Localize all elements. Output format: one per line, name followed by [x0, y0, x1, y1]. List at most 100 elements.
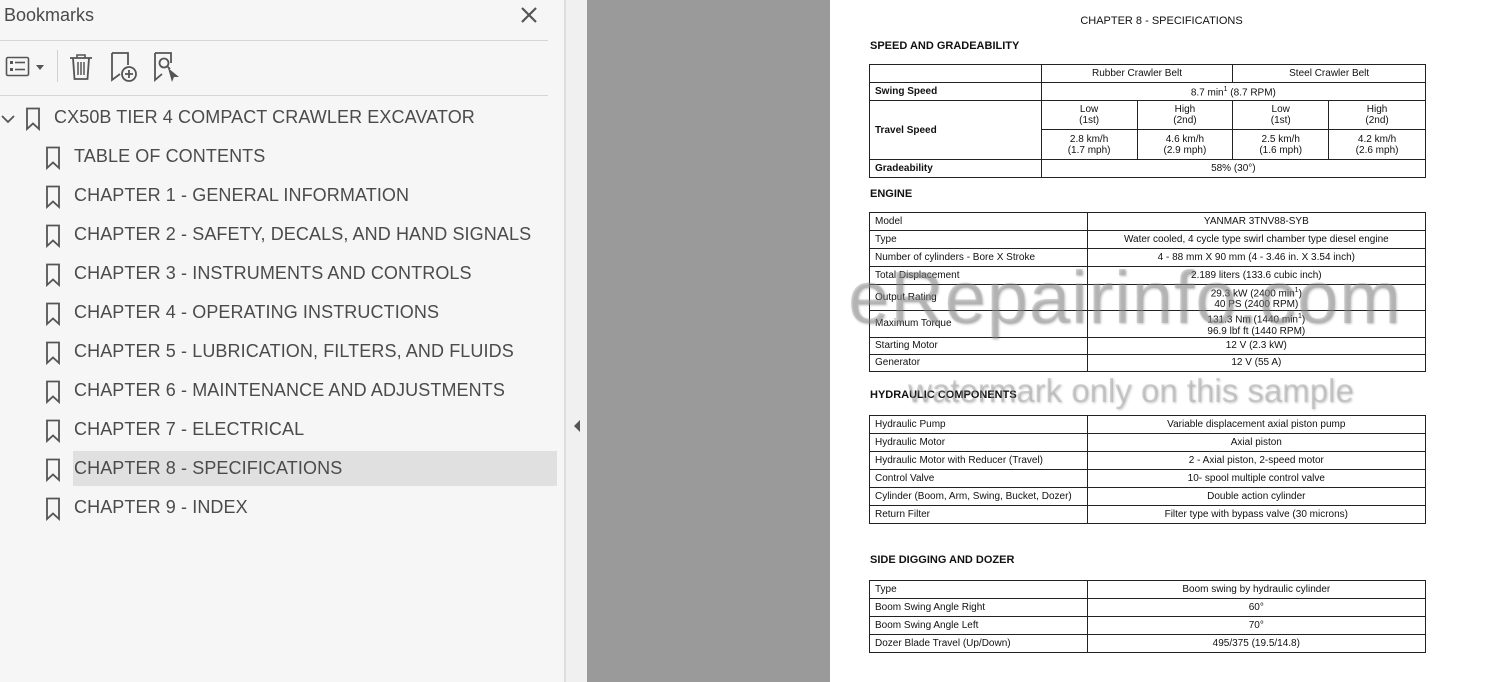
- gear-high-number: (2nd): [1173, 115, 1197, 126]
- table-row: Hydraulic Motor Axial piston: [869, 433, 1427, 452]
- spec-value: 60°: [1086, 598, 1427, 617]
- bookmark-item-highlight: CHAPTER 4 - OPERATING INSTRUCTIONS: [73, 295, 557, 330]
- bookmark-item-highlight: CHAPTER 2 - SAFETY, DECALS, AND HAND SIG…: [73, 217, 557, 252]
- delete-bookmark-button[interactable]: [66, 50, 96, 84]
- table-row: Type Water cooled, 4 cycle type swirl cha…: [869, 230, 1427, 249]
- spec-value: Boom swing by hydraulic cylinder: [1086, 580, 1427, 599]
- gear-header: Low (1st): [1040, 100, 1138, 130]
- document-page: CHAPTER 8 - SPECIFICATIONS SPEED AND GRA…: [830, 0, 1489, 682]
- gear-low-number: (1st): [1079, 115, 1100, 126]
- bookmarks-title: Bookmarks: [4, 5, 95, 25]
- bookmark-item[interactable]: CHAPTER 1 - GENERAL INFORMATION: [40, 178, 560, 217]
- bookmark-item[interactable]: CHAPTER 8 - SPECIFICATIONS: [40, 451, 560, 490]
- bookmarks-panel: Bookmarks CX50B TIER 4 COMPACT CRAWLER E…: [0, 0, 565, 682]
- gear-header: High (2nd): [1328, 100, 1426, 130]
- spec-label: Cylinder (Boom, Arm, Swing, Bucket, Doze…: [869, 487, 1088, 506]
- spec-label: Boom Swing Angle Right: [869, 598, 1088, 617]
- gear-low-label: Low: [1271, 104, 1290, 115]
- table-row: Total Displacement 2.189 liters (133.6 cu…: [869, 266, 1427, 285]
- gear-high-number: (2nd): [1365, 115, 1389, 126]
- bookmark-item[interactable]: CHAPTER 5 - LUBRICATION, FILTERS, AND FL…: [40, 334, 560, 373]
- mph: (2.9 mph): [1163, 144, 1207, 156]
- bookmark-icon: [45, 263, 61, 288]
- gradeability-value: 58% (30°): [1040, 159, 1427, 178]
- swing-speed-rest: (8.7 RPM): [1227, 87, 1276, 99]
- bookmark-item-label: CHAPTER 6 - MAINTENANCE AND ADJUSTMENTS: [74, 380, 505, 400]
- bookmark-item-highlight: CHAPTER 3 - INSTRUMENTS AND CONTROLS: [73, 256, 557, 291]
- mph: (1.6 mph): [1259, 144, 1303, 156]
- spec-label: Hydraulic Motor: [869, 433, 1088, 452]
- bookmark-item-highlight: CHAPTER 1 - GENERAL INFORMATION: [73, 178, 557, 213]
- bookmark-item[interactable]: CHAPTER 7 - ELECTRICAL: [40, 412, 560, 451]
- bookmark-item[interactable]: CHAPTER 3 - INSTRUMENTS AND CONTROLS: [40, 256, 560, 295]
- bookmark-item[interactable]: CHAPTER 9 - INDEX: [40, 490, 560, 529]
- spec-label: Starting Motor: [869, 336, 1088, 355]
- spec-value: Double action cylinder: [1086, 487, 1427, 506]
- kmh: 4.2 km/h: [1357, 133, 1397, 145]
- max-torque-label: Maximum Torque: [869, 310, 1088, 338]
- spec-label: Type: [869, 580, 1088, 599]
- bookmark-item-highlight: CHAPTER 7 - ELECTRICAL: [73, 412, 557, 447]
- kmh: 4.6 km/h: [1165, 133, 1205, 145]
- spec-value: 2 - Axial piston, 2-speed motor: [1086, 451, 1427, 470]
- list-options-button[interactable]: [4, 50, 48, 84]
- spec-label: Type: [869, 230, 1088, 249]
- bookmark-item-highlight: TABLE OF CONTENTS: [73, 139, 557, 174]
- bookmark-icon: [45, 458, 61, 483]
- table-row: Cylinder (Boom, Arm, Swing, Bucket, Doze…: [869, 487, 1427, 506]
- table-row: Hydraulic Pump Variable displacement axia…: [869, 415, 1427, 434]
- gear-header: Low (1st): [1232, 100, 1330, 130]
- bookmark-icon: [45, 302, 61, 327]
- gear-header: High (2nd): [1136, 100, 1234, 130]
- mph: (2.6 mph): [1355, 144, 1399, 156]
- chevron-down-icon[interactable]: [0, 111, 16, 127]
- bookmark-item[interactable]: CHAPTER 4 - OPERATING INSTRUCTIONS: [40, 295, 560, 334]
- table-row: Generator 12 V (55 A): [869, 353, 1427, 372]
- add-bookmark-icon: [108, 52, 140, 88]
- collapse-panel-icon[interactable]: [571, 418, 583, 434]
- trash-icon: [66, 54, 96, 88]
- table-row: Control Valve 10- spool multiple control …: [869, 469, 1427, 488]
- table-cell: [869, 64, 1042, 83]
- kmh: 2.5 km/h: [1261, 133, 1300, 145]
- bookmark-item[interactable]: CHAPTER 2 - SAFETY, DECALS, AND HAND SIG…: [40, 217, 560, 256]
- side-digging-table: Type Boom swing by hydraulic cylinder Boom…: [869, 580, 1427, 653]
- table-row: Type Boom swing by hydraulic cylinder: [869, 580, 1427, 599]
- section-title-hydraulic: HYDRAULIC COMPONENTS: [870, 389, 1017, 401]
- spec-value: 70°: [1086, 616, 1427, 635]
- spec-value: Water cooled, 4 cycle type swirl chamber…: [1086, 230, 1427, 249]
- output-end: ): [1298, 288, 1302, 300]
- table-row: Dozer Blade Travel (Up/Down) 495/375 (19.…: [869, 634, 1427, 653]
- spec-label: Generator: [869, 353, 1088, 372]
- bookmark-item[interactable]: CHAPTER 6 - MAINTENANCE AND ADJUSTMENTS: [40, 373, 560, 412]
- mph: (1.7 mph): [1067, 144, 1111, 156]
- bookmark-icon: [45, 146, 61, 171]
- section-title-speed: SPEED AND GRADEABILITY: [870, 40, 1020, 52]
- gear-low-label: Low: [1079, 104, 1099, 115]
- bookmark-item-label: CHAPTER 4 - OPERATING INSTRUCTIONS: [74, 302, 440, 322]
- bookmarks-toolbar: [0, 42, 548, 96]
- travel-speed-value: 4.2 km/h (2.6 mph): [1328, 129, 1426, 160]
- close-icon[interactable]: [516, 3, 542, 29]
- spec-value: 10- spool multiple control valve: [1086, 469, 1427, 488]
- bookmark-item-label: TABLE OF CONTENTS: [74, 146, 266, 166]
- section-title-side-digging: SIDE DIGGING AND DOZER: [870, 554, 1015, 566]
- table-row: Boom Swing Angle Right 60°: [869, 598, 1427, 617]
- bookmark-root[interactable]: CX50B TIER 4 COMPACT CRAWLER EXCAVATOR: [0, 100, 560, 139]
- new-bookmark-button[interactable]: [108, 50, 140, 84]
- bookmark-item-highlight: CHAPTER 8 - SPECIFICATIONS: [73, 451, 557, 486]
- table-row: Number of cylinders - Bore X Stroke 4 - 8…: [869, 248, 1427, 267]
- bookmark-item-highlight: CHAPTER 6 - MAINTENANCE AND ADJUSTMENTS: [73, 373, 557, 408]
- gradeability-label: Gradeability: [869, 159, 1042, 178]
- gear-low-number: (1st): [1270, 115, 1291, 126]
- spec-label: Control Valve: [869, 469, 1088, 488]
- travel-speed-value: 2.8 km/h (1.7 mph): [1040, 129, 1138, 160]
- find-bookmark-button[interactable]: [150, 50, 182, 84]
- panel-splitter[interactable]: [565, 0, 587, 682]
- spec-value: 12 V (2.3 kW): [1086, 336, 1427, 355]
- column-header-rubber: Rubber Crawler Belt: [1040, 64, 1234, 83]
- section-title-engine: ENGINE: [870, 188, 913, 200]
- bookmark-icon: [45, 419, 61, 444]
- bookmark-item[interactable]: TABLE OF CONTENTS: [40, 139, 560, 178]
- spec-label: Boom Swing Angle Left: [869, 616, 1088, 635]
